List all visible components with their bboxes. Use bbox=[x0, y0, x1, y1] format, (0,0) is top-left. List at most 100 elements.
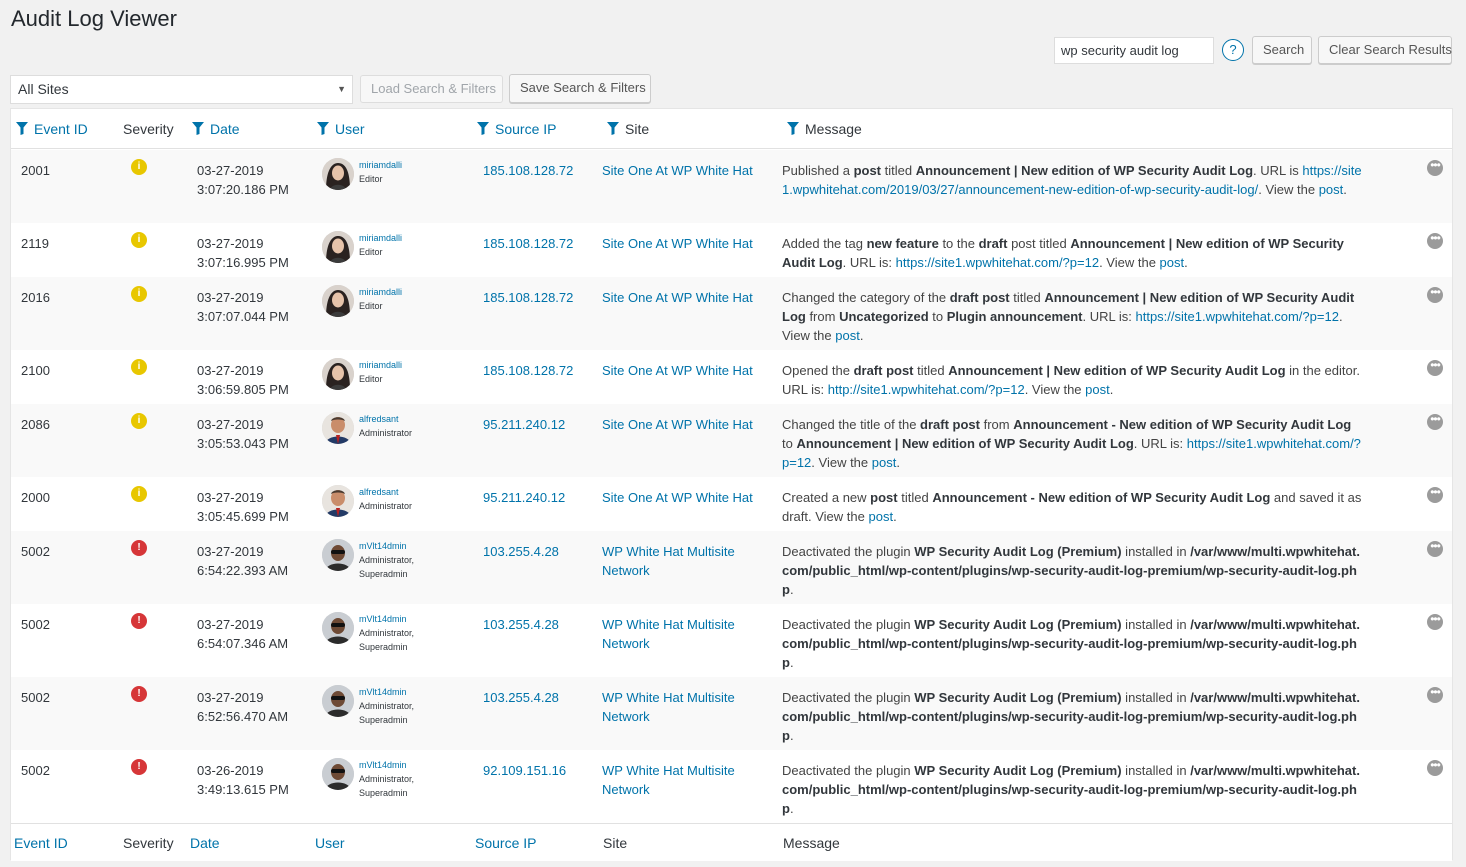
search-button[interactable]: Search bbox=[1252, 36, 1312, 64]
clear-search-button[interactable]: Clear Search Results bbox=[1318, 36, 1452, 64]
user-name-link[interactable]: miriamdalli bbox=[359, 285, 402, 299]
message-text: installed in bbox=[1121, 544, 1191, 559]
user-role: Editor bbox=[359, 174, 383, 184]
time-value: 3:07:20.186 PM bbox=[197, 182, 289, 197]
source-ip-link[interactable]: 185.108.128.72 bbox=[483, 161, 573, 180]
event-message: Deactivated the plugin WP Security Audit… bbox=[782, 615, 1362, 672]
footer-date[interactable]: Date bbox=[190, 835, 220, 851]
more-details-icon[interactable]: ••• bbox=[1427, 286, 1443, 303]
column-site[interactable]: Site bbox=[607, 121, 649, 137]
more-details-icon[interactable]: ••• bbox=[1427, 759, 1443, 776]
footer-user[interactable]: User bbox=[315, 835, 345, 851]
help-icon[interactable]: ? bbox=[1222, 39, 1244, 61]
message-text: from bbox=[805, 309, 840, 324]
filter-icon[interactable] bbox=[477, 122, 489, 135]
more-details-icon[interactable]: ••• bbox=[1427, 413, 1443, 430]
info-severity-icon: i bbox=[131, 159, 147, 175]
site-select[interactable]: All Sites ▼ bbox=[10, 75, 353, 104]
source-ip-link[interactable]: 95.211.240.12 bbox=[483, 488, 565, 507]
event-date: 03-27-2019 6:54:22.393 AM bbox=[197, 542, 288, 580]
site-name: WP White Hat Multisite bbox=[602, 763, 735, 778]
user-name-link[interactable]: alfredsant bbox=[359, 412, 412, 426]
footer-source-ip[interactable]: Source IP bbox=[475, 835, 536, 851]
site-link[interactable]: Site One At WP White Hat bbox=[602, 161, 762, 180]
source-ip-link[interactable]: 103.255.4.28 bbox=[483, 688, 559, 707]
user-name-link[interactable]: mVlt14dmin bbox=[359, 685, 414, 699]
user-info: alfredsant Administrator bbox=[359, 485, 412, 513]
table-row: 2000 i 03-27-2019 3:05:45.699 PM alfredsant A… bbox=[11, 477, 1452, 531]
filter-icon[interactable] bbox=[16, 122, 28, 135]
site-link[interactable]: WP White Hat Multisite Network bbox=[602, 542, 762, 580]
user-role: Editor bbox=[359, 374, 383, 384]
user-role: Superadmin bbox=[359, 788, 408, 798]
footer-event-id[interactable]: Event ID bbox=[14, 835, 68, 851]
source-ip-link[interactable]: 103.255.4.28 bbox=[483, 615, 559, 634]
site-link[interactable]: WP White Hat Multisite Network bbox=[602, 688, 762, 726]
message-text: . URL is: bbox=[1133, 436, 1187, 451]
event-id: 2016 bbox=[21, 290, 50, 305]
filter-icon[interactable] bbox=[317, 122, 329, 135]
site-link[interactable]: Site One At WP White Hat bbox=[602, 488, 762, 507]
site-link[interactable]: Site One At WP White Hat bbox=[602, 415, 762, 434]
filter-icon[interactable] bbox=[192, 122, 204, 135]
user-name-link[interactable]: alfredsant bbox=[359, 485, 412, 499]
column-label: Date bbox=[210, 121, 240, 137]
footer-severity[interactable]: Severity bbox=[123, 835, 174, 851]
filter-icon[interactable] bbox=[787, 122, 799, 135]
event-date: 03-27-2019 3:06:59.805 PM bbox=[197, 361, 289, 399]
more-details-icon[interactable]: ••• bbox=[1427, 232, 1443, 249]
message-link[interactable]: post bbox=[1319, 182, 1344, 197]
critical-severity-icon: ! bbox=[131, 540, 147, 556]
message-link[interactable]: https://site1.wpwhitehat.com/?p=12 bbox=[896, 255, 1099, 270]
column-severity[interactable]: Severity bbox=[123, 121, 174, 137]
user-name-link[interactable]: mVlt14dmin bbox=[359, 758, 414, 772]
filter-icon[interactable] bbox=[607, 122, 619, 135]
footer-site[interactable]: Site bbox=[603, 835, 627, 851]
message-text: . bbox=[789, 801, 794, 816]
column-label: User bbox=[335, 121, 365, 137]
save-filters-button[interactable]: Save Search & Filters bbox=[509, 74, 651, 103]
load-filters-button[interactable]: Load Search & Filters bbox=[360, 75, 503, 103]
source-ip-link[interactable]: 95.211.240.12 bbox=[483, 415, 565, 434]
source-ip-link[interactable]: 185.108.128.72 bbox=[483, 361, 573, 380]
source-ip-link[interactable]: 185.108.128.72 bbox=[483, 234, 573, 253]
message-link[interactable]: http://site1.wpwhitehat.com/?p=12 bbox=[828, 382, 1025, 397]
site-link[interactable]: WP White Hat Multisite Network bbox=[602, 615, 762, 653]
message-highlight: new feature bbox=[866, 236, 939, 251]
message-link[interactable]: post bbox=[1160, 255, 1185, 270]
user-role: Superadmin bbox=[359, 715, 408, 725]
message-link[interactable]: post bbox=[1085, 382, 1110, 397]
site-link[interactable]: Site One At WP White Hat bbox=[602, 288, 762, 307]
site-link[interactable]: Site One At WP White Hat bbox=[602, 234, 762, 253]
message-link[interactable]: post bbox=[868, 509, 893, 524]
site-link[interactable]: Site One At WP White Hat bbox=[602, 361, 762, 380]
more-details-icon[interactable]: ••• bbox=[1427, 613, 1443, 630]
column-event-id[interactable]: Event ID bbox=[16, 121, 88, 137]
source-ip-link[interactable]: 92.109.151.16 bbox=[483, 761, 566, 780]
search-input[interactable] bbox=[1054, 37, 1214, 64]
user-name-link[interactable]: miriamdalli bbox=[359, 358, 402, 372]
user-name-link[interactable]: miriamdalli bbox=[359, 158, 402, 172]
more-details-icon[interactable]: ••• bbox=[1427, 159, 1443, 176]
source-ip-link[interactable]: 185.108.128.72 bbox=[483, 288, 573, 307]
more-details-icon[interactable]: ••• bbox=[1427, 359, 1443, 376]
message-link[interactable]: https://site1.wpwhitehat.com/?p=12 bbox=[1136, 309, 1339, 324]
column-message[interactable]: Message bbox=[787, 121, 862, 137]
column-date[interactable]: Date bbox=[192, 121, 240, 137]
user-name-link[interactable]: miriamdalli bbox=[359, 231, 402, 245]
source-ip-link[interactable]: 103.255.4.28 bbox=[483, 542, 559, 561]
message-link[interactable]: post bbox=[872, 455, 897, 470]
user-name-link[interactable]: mVlt14dmin bbox=[359, 539, 414, 553]
event-date: 03-27-2019 6:54:07.346 AM bbox=[197, 615, 288, 653]
footer-message[interactable]: Message bbox=[783, 835, 840, 851]
woman-avatar bbox=[322, 231, 354, 263]
column-user[interactable]: User bbox=[317, 121, 365, 137]
event-date: 03-27-2019 3:07:20.186 PM bbox=[197, 161, 289, 199]
column-source-ip[interactable]: Source IP bbox=[477, 121, 556, 137]
more-details-icon[interactable]: ••• bbox=[1427, 540, 1443, 557]
more-details-icon[interactable]: ••• bbox=[1427, 486, 1443, 503]
more-details-icon[interactable]: ••• bbox=[1427, 686, 1443, 703]
site-link[interactable]: WP White Hat Multisite Network bbox=[602, 761, 762, 799]
user-name-link[interactable]: mVlt14dmin bbox=[359, 612, 414, 626]
message-link[interactable]: post bbox=[835, 328, 860, 343]
